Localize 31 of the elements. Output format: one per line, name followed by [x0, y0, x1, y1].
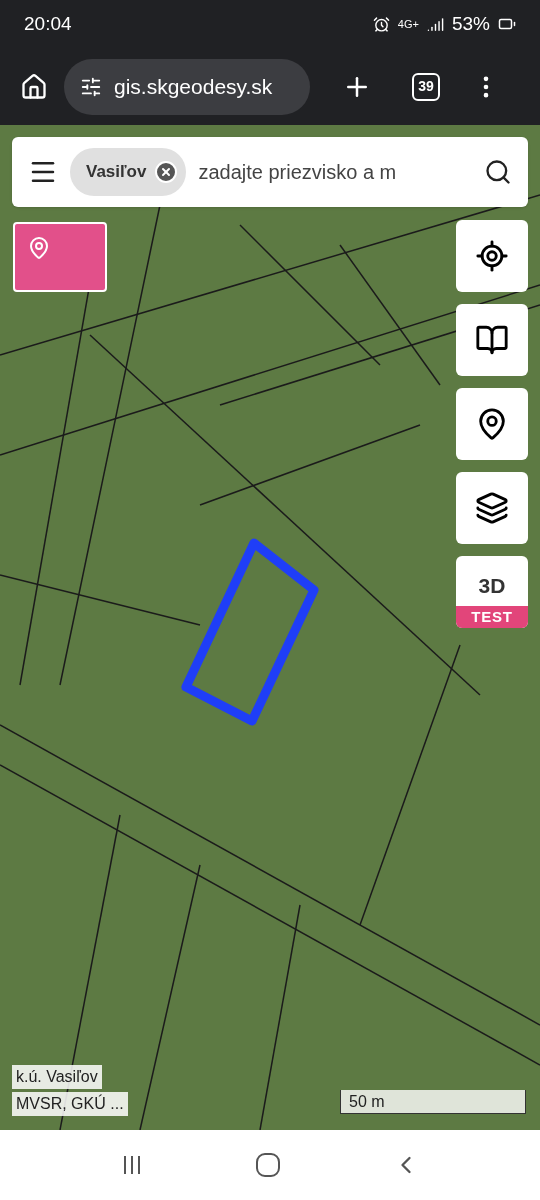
pin-icon	[27, 236, 51, 260]
locate-icon	[475, 239, 509, 273]
site-settings-icon[interactable]	[80, 75, 102, 98]
3d-button[interactable]: 3D TEST	[456, 556, 528, 628]
address-bar[interactable]: gis.skgeodesy.sk	[64, 58, 310, 115]
attribution-text: k.ú. Vasiľov	[12, 1065, 102, 1089]
map-pin-button[interactable]	[456, 388, 528, 460]
satellite-map[interactable]: Vasiľov zadajte priezvisko a m 3D TEST k.ú. Vasiľov MVSR, GKÚ ... 50 m	[0, 125, 540, 1130]
compare-button[interactable]	[456, 304, 528, 376]
clock: 20:04	[24, 11, 72, 36]
search-field[interactable]: zadajte priezvisko a m	[198, 157, 472, 187]
network-type: 4G+	[397, 18, 419, 30]
layers-button[interactable]	[456, 472, 528, 544]
book-icon	[475, 323, 509, 357]
home-button[interactable]	[20, 72, 48, 101]
basemap-thumbnail[interactable]	[13, 222, 107, 292]
layers-icon	[475, 491, 509, 525]
locate-button[interactable]	[456, 220, 528, 292]
url-text: gis.skgeodesy.sk	[114, 73, 273, 100]
test-badge: TEST	[456, 605, 528, 628]
home-nav-button[interactable]	[255, 1152, 281, 1178]
alarm-icon	[372, 15, 390, 33]
scale-bar: 50 m	[340, 1090, 526, 1114]
clear-icon[interactable]	[154, 160, 179, 184]
signal-icon	[426, 15, 444, 33]
search-chip[interactable]: Vasiľov	[70, 148, 187, 196]
attribution-text: MVSR, GKÚ ...	[12, 1092, 128, 1116]
battery-percent: 53%	[451, 11, 490, 36]
3d-label: 3D	[478, 573, 506, 599]
search-icon[interactable]	[484, 158, 512, 186]
tab-count-button[interactable]: 39	[412, 72, 440, 101]
